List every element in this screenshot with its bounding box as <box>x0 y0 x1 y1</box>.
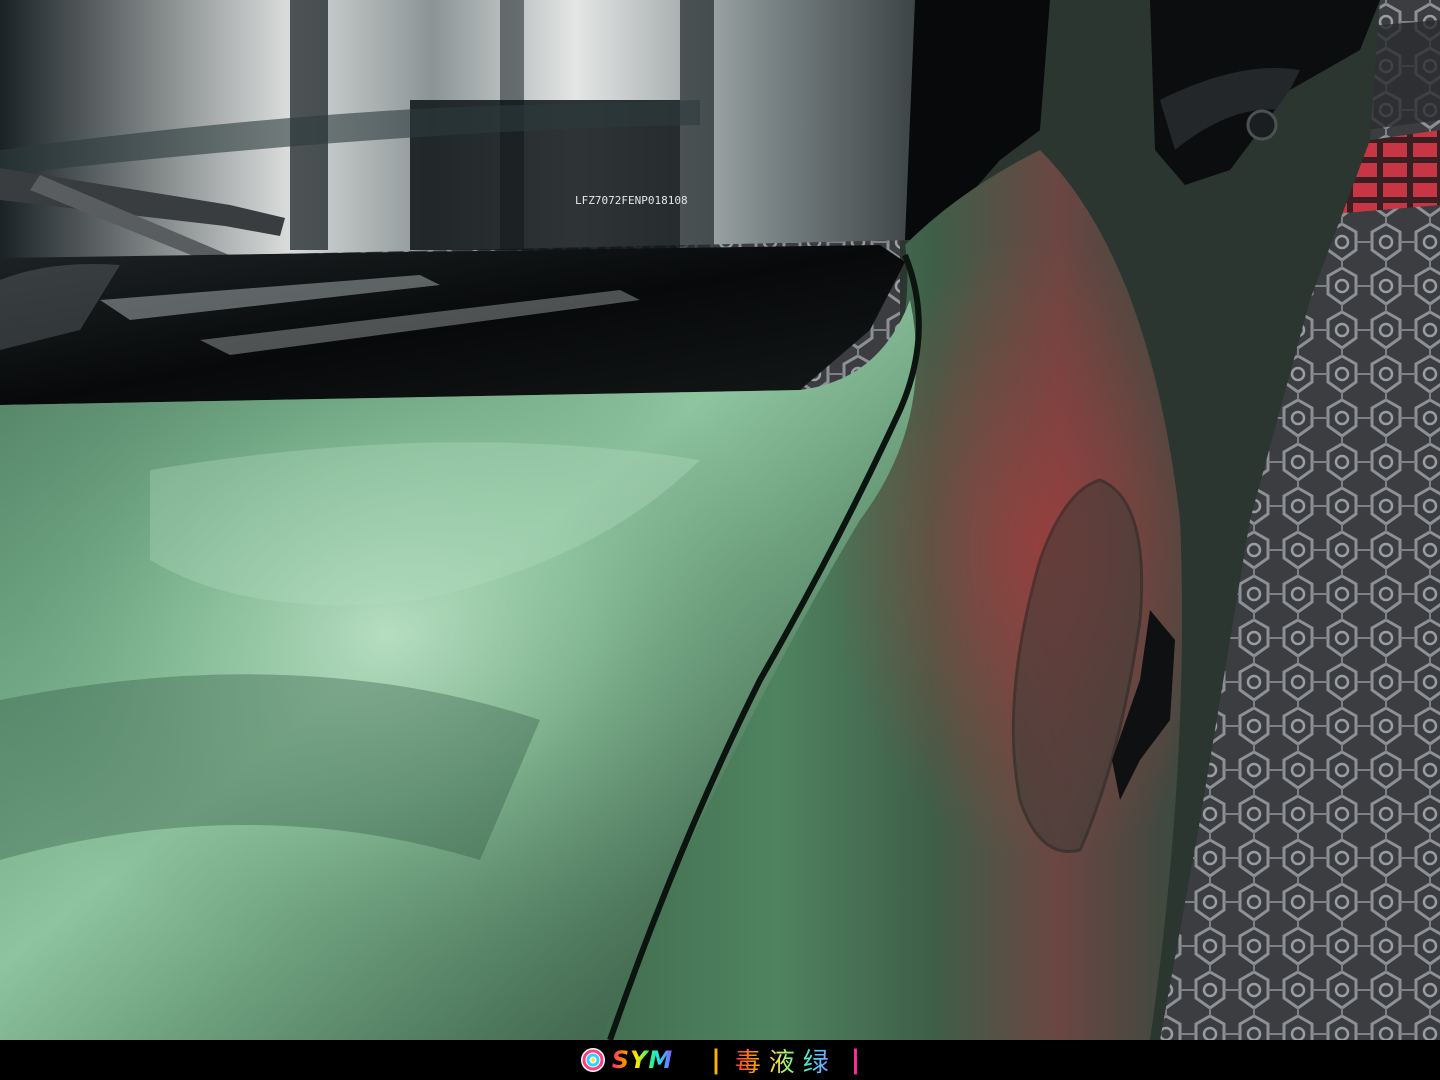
car-photo: LFZ7072FENP018108 <box>0 0 1440 1040</box>
brand-logo: SYM <box>580 1046 674 1074</box>
product-name: 毒液绿 <box>735 1042 837 1079</box>
separator-right: | <box>850 1045 861 1075</box>
brand-name: SYM <box>611 1046 674 1074</box>
mirror-camera <box>1246 109 1278 141</box>
separator-left: | <box>711 1045 721 1075</box>
vin-sticker: LFZ7072FENP018108 <box>575 194 688 207</box>
brand-emblem-icon <box>580 1048 605 1072</box>
caption-bar: SYM | 毒液绿 | <box>0 1040 1440 1080</box>
